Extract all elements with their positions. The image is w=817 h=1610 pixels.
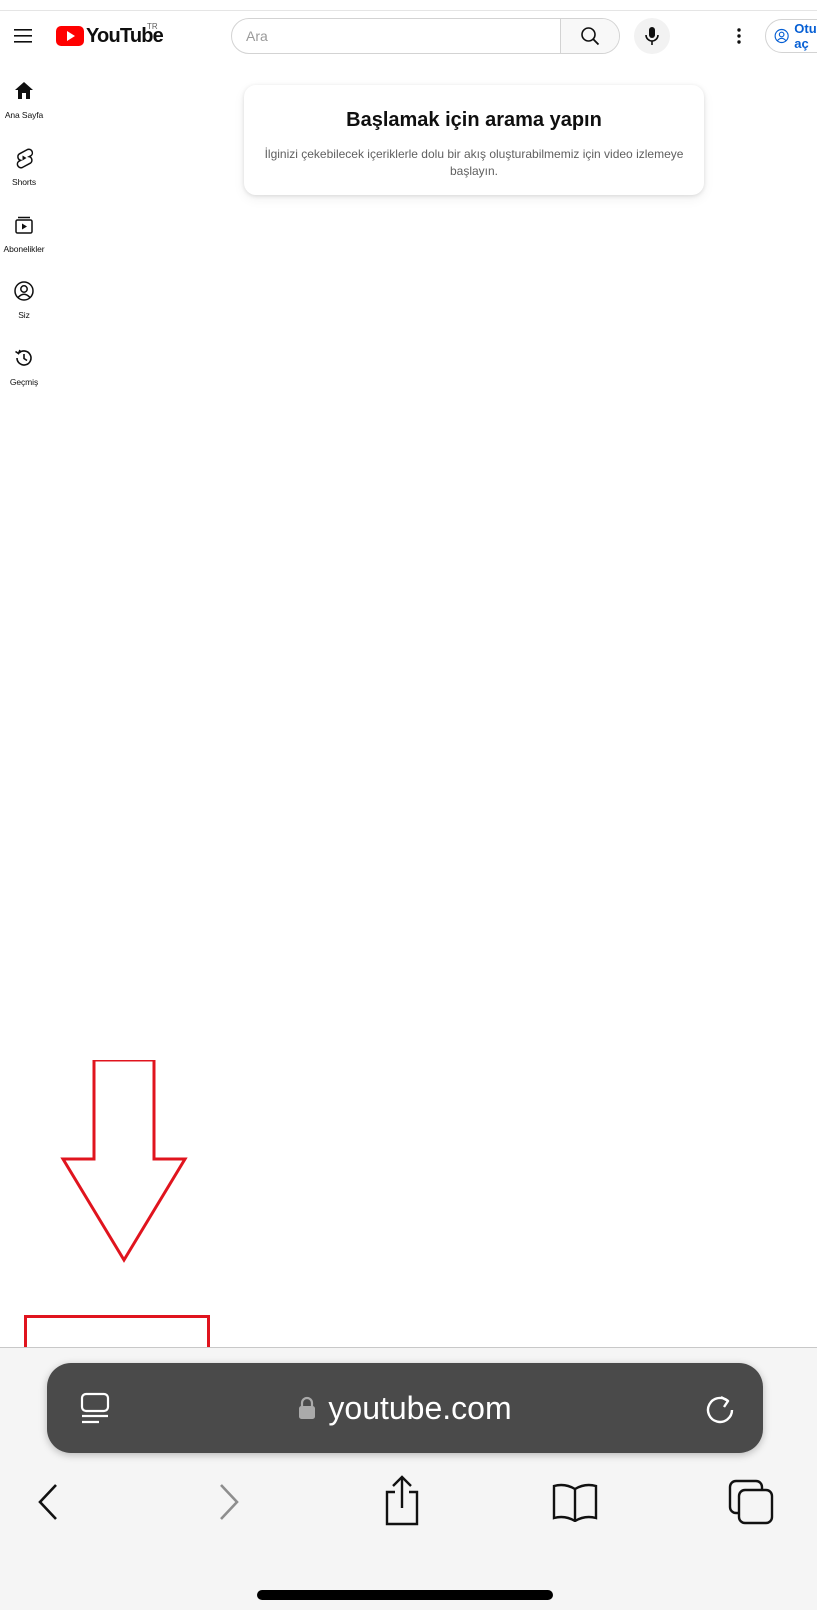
sidebar-item-subscriptions[interactable]: Abonelikler: [0, 212, 48, 270]
voice-search-button[interactable]: [634, 18, 670, 54]
home-indicator: [257, 1590, 553, 1600]
share-icon: [385, 1475, 419, 1526]
empty-feed-card: Başlamak için arama yapın İlginizi çekeb…: [244, 85, 704, 195]
lock-icon: [299, 1396, 316, 1419]
microphone-icon: [645, 27, 659, 45]
sidebar-item-you[interactable]: Siz: [0, 278, 48, 336]
sign-in-button[interactable]: Oturum aç: [765, 19, 817, 53]
more-vertical-icon: [737, 28, 741, 44]
annotation-arrow-icon: [60, 1060, 188, 1263]
url-text: youtube.com: [328, 1389, 512, 1426]
menu-button[interactable]: [12, 24, 36, 48]
youtube-play-icon: [56, 26, 84, 46]
sidebar-item-home[interactable]: Ana Sayfa: [0, 78, 48, 136]
search-box: [231, 18, 620, 54]
search-icon: [581, 27, 600, 46]
sidebar-item-history[interactable]: Geçmiş: [0, 345, 48, 403]
subscriptions-icon: [15, 216, 33, 234]
top-divider: [0, 10, 817, 11]
hamburger-icon: [14, 29, 32, 43]
you-icon: [14, 281, 34, 301]
address-bar[interactable]: youtube.com: [47, 1363, 763, 1453]
back-button[interactable]: [24, 1478, 72, 1526]
sidebar-item-label: Geçmiş: [9, 377, 39, 387]
shorts-icon: [16, 148, 34, 169]
tabs-button[interactable]: [727, 1478, 775, 1526]
forward-icon: [220, 1484, 239, 1520]
reload-button[interactable]: [701, 1389, 739, 1427]
tabs-icon: [728, 1479, 774, 1525]
bookmarks-icon: [552, 1483, 598, 1522]
sidebar-item-label: Ana Sayfa: [4, 110, 44, 120]
sidebar-item-shorts[interactable]: Shorts: [0, 145, 48, 203]
account-circle-icon: [774, 28, 789, 44]
bookmarks-button[interactable]: [551, 1478, 599, 1526]
sidebar-item-label: Abonelikler: [3, 244, 45, 254]
sign-in-label: Oturum aç: [794, 21, 817, 51]
home-icon: [15, 82, 33, 99]
back-icon: [38, 1484, 57, 1520]
card-title: Başlamak için arama yapın: [346, 109, 602, 131]
url-display: youtube.com: [47, 1363, 763, 1453]
sidebar-item-label: Shorts: [12, 177, 36, 187]
forward-button[interactable]: [205, 1478, 253, 1526]
card-subtitle: İlginizi çekebilecek içeriklerle dolu bi…: [264, 147, 684, 178]
search-button[interactable]: [560, 19, 619, 53]
settings-menu-button[interactable]: [727, 24, 751, 48]
sidebar-item-label: Siz: [18, 310, 30, 320]
search-input[interactable]: [232, 19, 560, 53]
country-code: TR: [147, 22, 158, 31]
share-button[interactable]: [378, 1472, 426, 1528]
reload-icon: [706, 1395, 734, 1424]
history-icon: [15, 349, 32, 366]
